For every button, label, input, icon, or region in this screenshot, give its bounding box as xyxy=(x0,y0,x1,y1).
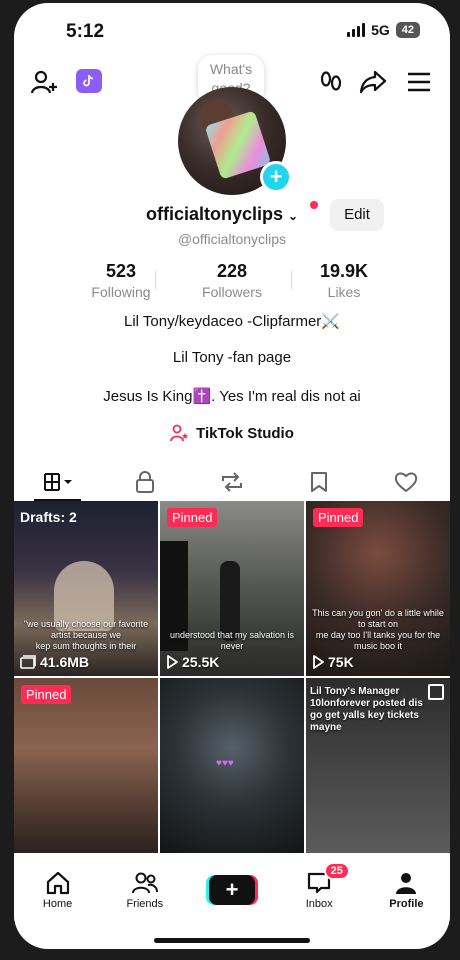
network-type: 5G xyxy=(371,22,390,38)
video-caption: "we usually choose our favorite artist b… xyxy=(23,619,149,651)
pinned-badge: Pinned xyxy=(313,508,364,527)
video-thumbnail[interactable]: Pinned This can you gon' do a little whi… xyxy=(306,501,450,676)
bio-line: Jesus Is King✝️. Yes I'm real dis not ai xyxy=(103,388,361,405)
stat-value: 523 xyxy=(105,261,137,281)
drafts-label: Drafts: 2 xyxy=(20,509,77,525)
video-thumbnail[interactable]: Lil Tony's Manager 10lonforever posted d… xyxy=(306,678,450,853)
tab-saved[interactable] xyxy=(276,463,363,501)
video-views: 75K xyxy=(312,654,354,670)
stat-divider xyxy=(155,271,156,289)
video-caption: Lil Tony's Manager 10lonforever posted d… xyxy=(310,686,423,733)
nav-inbox[interactable]: 25 Inbox xyxy=(276,859,363,921)
tab-videos[interactable] xyxy=(14,463,101,501)
friends-icon xyxy=(131,872,158,893)
bookmark-icon xyxy=(311,472,328,492)
nav-label: Inbox xyxy=(305,897,333,910)
tab-liked[interactable] xyxy=(363,463,450,501)
video-thumbnail[interactable]: Pinned understood that my salvation is n… xyxy=(160,501,304,676)
bio-line: Lil Tony -fan page xyxy=(172,349,292,366)
status-indicators: 5G 42 xyxy=(347,22,420,38)
nav-home[interactable]: Home xyxy=(14,859,101,921)
nav-label: Home xyxy=(42,897,73,910)
stat-label: Followers xyxy=(202,284,262,300)
add-friend-icon[interactable] xyxy=(30,67,60,97)
content-tabs xyxy=(14,463,450,501)
views-count: 75K xyxy=(328,654,354,670)
studio-icon xyxy=(170,424,189,442)
stat-following[interactable]: 523 Following xyxy=(76,261,166,300)
multi-photo-icon xyxy=(428,684,444,700)
video-thumbnail[interactable]: Drafts: 2 "we usually choose our favorit… xyxy=(14,501,158,676)
drafts-icon xyxy=(20,655,36,669)
battery-icon: 42 xyxy=(395,22,420,38)
edit-button[interactable]: Edit xyxy=(330,199,384,231)
nav-profile[interactable]: Profile xyxy=(363,859,450,921)
stat-followers[interactable]: 228 Followers xyxy=(187,261,277,300)
repost-icon xyxy=(222,472,242,492)
stat-value: 228 xyxy=(216,261,248,281)
stat-likes[interactable]: 19.9K Likes xyxy=(299,261,389,300)
video-views: 41.6MB xyxy=(20,654,89,670)
video-grid: Drafts: 2 "we usually choose our favorit… xyxy=(14,501,450,857)
video-thumbnail[interactable]: ♥♥♥ xyxy=(160,678,304,853)
tab-reposts[interactable] xyxy=(188,463,275,501)
home-indicator xyxy=(154,938,310,943)
heart-icon xyxy=(395,472,418,492)
profile-handle: @officialtonyclips xyxy=(177,231,287,247)
stat-divider xyxy=(291,271,292,289)
tab-private[interactable] xyxy=(101,463,188,501)
pinned-badge: Pinned xyxy=(167,508,218,527)
video-caption: This can you gon' do a little while to s… xyxy=(312,608,444,651)
play-icon xyxy=(313,655,324,669)
signal-icon xyxy=(347,23,366,37)
username[interactable]: officialtonyclips ⌄ xyxy=(146,204,298,225)
grid-icon xyxy=(43,473,72,491)
views-count: 25.5K xyxy=(182,654,220,670)
studio-label: TikTok Studio xyxy=(196,424,294,442)
username-text: officialtonyclips xyxy=(146,204,284,224)
nav-label: Friends xyxy=(126,897,164,910)
nav-label: Profile xyxy=(389,897,424,910)
play-icon xyxy=(167,655,178,669)
emoji-overlay: ♥♥♥ xyxy=(216,758,234,769)
bio-line: Lil Tony/keydaceo -Clipfarmer⚔️ xyxy=(124,313,340,330)
tiktok-studio-link[interactable]: TikTok Studio xyxy=(14,424,450,442)
create-plus-icon: + xyxy=(209,875,255,905)
chevron-down-icon: ⌄ xyxy=(288,209,299,223)
profile-icon xyxy=(396,872,417,894)
share-icon[interactable] xyxy=(358,67,388,97)
views-count: 41.6MB xyxy=(40,654,90,670)
nav-create[interactable]: + xyxy=(188,859,275,921)
stat-label: Following xyxy=(91,284,151,300)
video-caption: understood that my salvation is never xyxy=(169,630,295,651)
home-icon xyxy=(46,871,69,894)
bottom-nav: Home Friends + 25 Inbox Profile xyxy=(14,859,450,921)
stat-label: Likes xyxy=(327,284,361,300)
status-time: 5:12 xyxy=(66,21,105,42)
lock-icon xyxy=(135,471,154,493)
tiktok-live-icon[interactable] xyxy=(76,69,102,93)
footprints-icon[interactable] xyxy=(316,67,346,97)
pinned-badge: Pinned xyxy=(21,685,72,704)
add-story-icon[interactable]: + xyxy=(260,161,292,193)
phone-screen: 5:12 5G 42 What's good? + officialtonycl… xyxy=(14,3,450,949)
notification-dot xyxy=(310,201,318,209)
video-views: 25.5K xyxy=(166,654,219,670)
video-thumbnail[interactable]: Pinned xyxy=(14,678,158,853)
stat-value: 19.9K xyxy=(319,261,369,281)
inbox-badge: 25 xyxy=(323,862,350,880)
nav-friends[interactable]: Friends xyxy=(101,859,188,921)
menu-icon[interactable] xyxy=(404,67,434,97)
